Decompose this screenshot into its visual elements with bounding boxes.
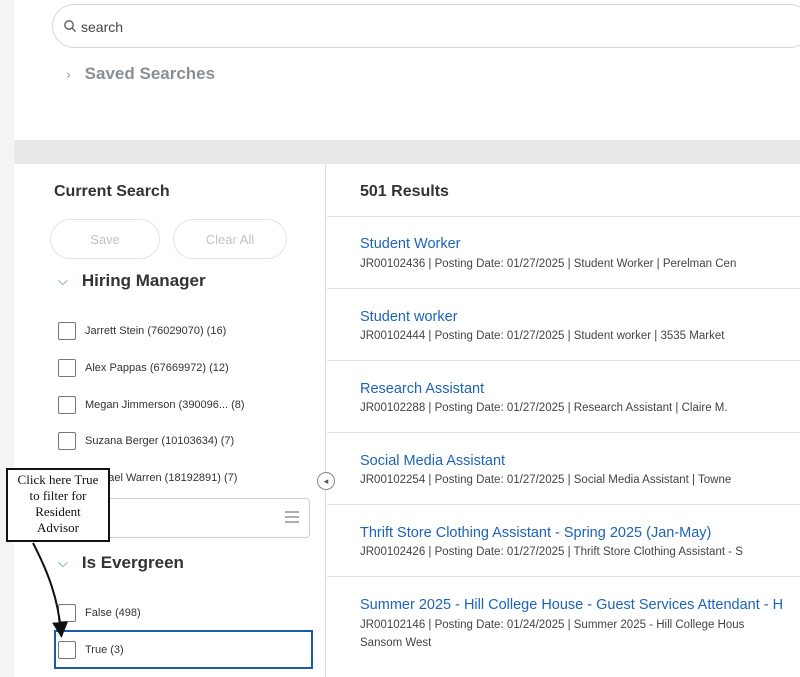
option-label: Suzana Berger (10103634) (7) — [85, 435, 235, 447]
annotation-callout: Click here True to filter for Resident A… — [6, 468, 110, 542]
checkbox[interactable] — [58, 641, 76, 659]
annotation-line: Advisor — [37, 520, 79, 535]
result-title-link[interactable]: Student worker — [360, 309, 458, 325]
result-item[interactable]: Summer 2025 - Hill College House - Guest… — [327, 576, 800, 677]
saved-searches-label: Saved Searches — [84, 64, 216, 83]
save-button[interactable]: Save — [50, 219, 160, 259]
hiring-manager-option[interactable]: Jarrett Stein (76029070) (16) — [58, 322, 226, 340]
collapse-sidebar-button[interactable]: ◂ — [317, 472, 335, 490]
result-title-link[interactable]: Social Media Assistant — [360, 453, 505, 469]
results-count: 501 Results — [360, 183, 449, 200]
section-divider — [14, 140, 800, 164]
clear-all-button[interactable]: Clear All — [173, 219, 287, 259]
chevron-down-icon: ⌵ — [58, 555, 68, 570]
option-label: Alex Pappas (67669972) (12) — [85, 362, 229, 374]
hiring-manager-facet-label: Hiring Manager — [81, 271, 206, 290]
saved-searches-toggle[interactable]: › Saved Searches — [66, 64, 215, 84]
results-panel: 501 Results Student Worker JR00102436 | … — [327, 164, 800, 677]
result-meta: JR00102146 | Posting Date: 01/24/2025 | … — [360, 619, 745, 631]
result-item[interactable]: Student worker JR00102444 | Posting Date… — [327, 288, 800, 360]
result-meta: JR00102254 | Posting Date: 01/27/2025 | … — [360, 474, 732, 486]
result-title-link[interactable]: Summer 2025 - Hill College House - Guest… — [360, 597, 783, 613]
search-box[interactable] — [52, 4, 800, 48]
annotation-line: Resident — [35, 504, 81, 519]
result-title-link[interactable]: Research Assistant — [360, 381, 484, 397]
checkbox[interactable] — [58, 359, 76, 377]
search-header: › Saved Searches — [0, 0, 800, 140]
result-title-link[interactable]: Thrift Store Clothing Assistant - Spring… — [360, 525, 711, 541]
chevron-down-icon: ⌵ — [58, 273, 68, 288]
annotation-line: Click here True — [17, 472, 99, 487]
is-evergreen-option-false[interactable]: False (498) — [58, 604, 141, 622]
option-label: Megan Jimmerson (390096... (8) — [85, 399, 245, 411]
result-meta: JR00102444 | Posting Date: 01/27/2025 | … — [360, 330, 725, 342]
result-item[interactable]: Thrift Store Clothing Assistant - Spring… — [327, 504, 800, 576]
result-title-link[interactable]: Student Worker — [360, 236, 460, 252]
chevron-right-icon: › — [66, 66, 71, 82]
result-meta: JR00102426 | Posting Date: 01/27/2025 | … — [360, 546, 743, 558]
left-gutter — [0, 0, 14, 677]
annotation-line: to filter for — [29, 488, 87, 503]
is-evergreen-option-true[interactable]: True (3) — [58, 641, 124, 659]
option-label: True (3) — [85, 644, 124, 656]
result-item[interactable]: Student Worker JR00102436 | Posting Date… — [327, 216, 800, 288]
hiring-manager-option[interactable]: Megan Jimmerson (390096... (8) — [58, 396, 245, 414]
checkbox[interactable] — [58, 322, 76, 340]
is-evergreen-facet-toggle[interactable]: ⌵ Is Evergreen — [58, 553, 184, 573]
chevron-left-icon: ◂ — [323, 475, 329, 486]
checkbox[interactable] — [58, 396, 76, 414]
hiring-manager-option[interactable]: Suzana Berger (10103634) (7) — [58, 432, 234, 450]
result-item[interactable]: Research Assistant JR00102288 | Posting … — [327, 360, 800, 432]
result-location: Sansom West — [360, 637, 432, 649]
option-label: False (498) — [85, 607, 141, 619]
result-meta: JR00102436 | Posting Date: 01/27/2025 | … — [360, 258, 737, 270]
filter-sidebar: Current Search Save Clear All ⌵ Hiring M… — [14, 164, 326, 677]
search-input[interactable] — [81, 17, 681, 37]
search-icon — [64, 20, 76, 32]
result-item[interactable]: Social Media Assistant JR00102254 | Post… — [327, 432, 800, 504]
option-label: Jarrett Stein (76029070) (16) — [85, 325, 227, 337]
checkbox[interactable] — [58, 604, 76, 622]
list-icon[interactable] — [285, 511, 299, 523]
hiring-manager-option[interactable]: Alex Pappas (67669972) (12) — [58, 359, 229, 377]
is-evergreen-facet-label: Is Evergreen — [81, 553, 184, 572]
hiring-manager-facet-toggle[interactable]: ⌵ Hiring Manager — [58, 271, 206, 291]
result-meta: JR00102288 | Posting Date: 01/27/2025 | … — [360, 402, 728, 414]
current-search-title: Current Search — [54, 183, 170, 200]
checkbox[interactable] — [58, 432, 76, 450]
